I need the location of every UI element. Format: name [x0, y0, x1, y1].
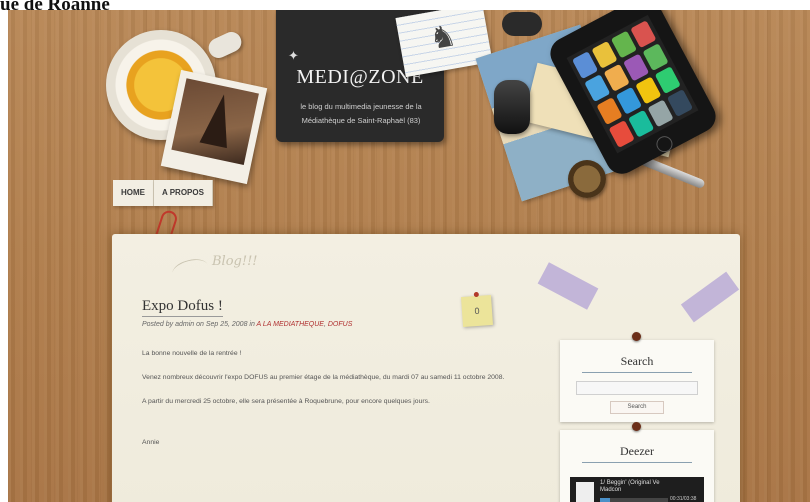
category-link[interactable]: DOFUS [328, 321, 353, 328]
player-time: 00:31/03:38 [670, 496, 697, 502]
search-widget: Search Search [560, 332, 714, 422]
comment-count-badge[interactable]: 0 [460, 294, 494, 328]
track-title: Beggin' (Original Ve [606, 480, 660, 486]
deezer-player[interactable]: 1/ Beggin' (Original Ve Madcon 00:31/03:… [570, 477, 704, 502]
search-button[interactable]: Search [610, 401, 664, 414]
player-progress-fill [600, 498, 610, 502]
post-meta: Posted by admin on Sep 25, 2008 in A LA … [142, 321, 353, 328]
player-track-info: 1/ Beggin' (Original Ve Madcon [600, 480, 660, 494]
post-paragraph: La bonne nouvelle de la rentrée ! [142, 350, 242, 357]
tape-decoration [680, 271, 740, 323]
post-body: La bonne nouvelle de la rentrée ! Venez … [142, 348, 532, 461]
content-paper: Blog!!! Expo Dofus ! Posted by admin on … [112, 234, 740, 502]
pin-icon [632, 332, 641, 341]
post-meta-prefix: Posted by admin on Sep 25, 2008 in [142, 321, 255, 328]
category-link[interactable]: A LA MEDIATHEQUE [257, 321, 324, 328]
car-key-image [494, 80, 530, 134]
pin-icon [632, 422, 641, 431]
star-icon: ✦ [288, 48, 299, 63]
nav-a-propos[interactable]: A PROPOS [154, 180, 213, 206]
player-progress-bar[interactable] [600, 498, 668, 502]
site-tagline: le blog du multimedia jeunesse de la Méd… [300, 102, 422, 125]
deezer-widget-title: Deezer [620, 444, 654, 458]
post-signature: Annie [142, 439, 160, 446]
track-index: 1/ [600, 480, 606, 486]
search-widget-title: Search [620, 354, 654, 368]
keyfob-image [502, 12, 542, 36]
nav-home[interactable]: HOME [113, 180, 154, 206]
track-artist: Madcon [600, 487, 622, 493]
post-paragraph: Venez nombreux découvrir l'expo DOFUS au… [142, 374, 505, 381]
deezer-widget: Deezer 1/ Beggin' (Original Ve Madcon 00… [560, 422, 714, 502]
post-paragraph: A partir du mercredi 25 octobre, elle se… [142, 398, 430, 405]
album-thumbnail [576, 482, 594, 502]
arrow-icon [170, 255, 210, 284]
tape-decoration [537, 262, 599, 310]
post-title[interactable]: Expo Dofus ! [142, 298, 223, 317]
blog-tag: Blog!!! [212, 254, 258, 269]
blog-page: ✦ MEDI@ZONE le blog du multimedia jeunes… [8, 10, 810, 502]
teacup-handle [205, 28, 245, 62]
main-nav: HOME A PROPOS [113, 180, 213, 206]
badge-image [568, 160, 606, 198]
search-input[interactable] [576, 381, 698, 395]
eiffel-photo [160, 69, 268, 185]
